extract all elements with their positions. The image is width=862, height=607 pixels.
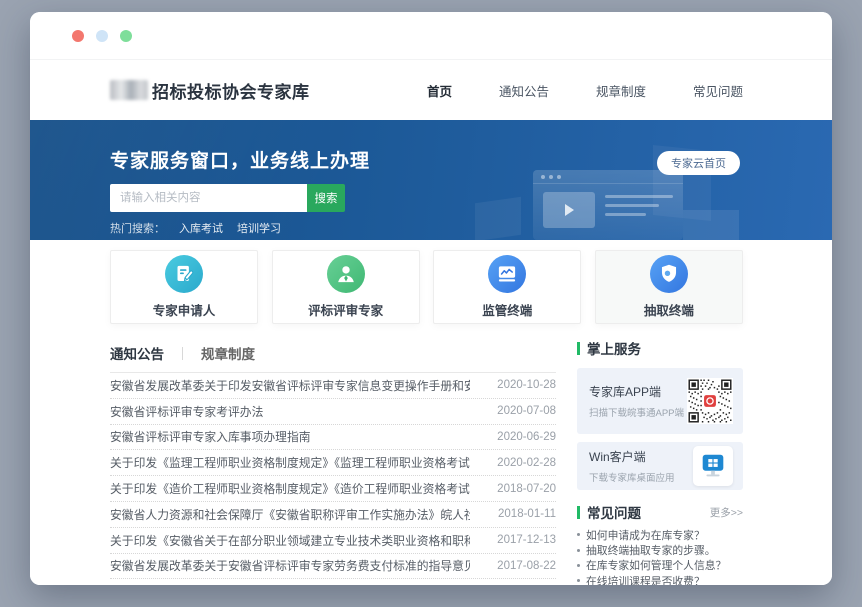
app-card-subtitle: 扫描下载皖事通APP端 [589, 405, 687, 419]
shield-search-icon [650, 255, 688, 293]
maximize-window-icon[interactable] [120, 30, 132, 42]
nav-item-home[interactable]: 首页 [427, 81, 452, 100]
banner-title: 专家服务窗口，业务线上办理 [110, 146, 743, 173]
win-card-subtitle: 下载专家库桌面应用 [589, 470, 693, 484]
faq-text: 在库专家如何管理个人信息？ [586, 557, 726, 573]
news-date: 2017-12-13 [497, 534, 556, 546]
qr-code-icon [687, 378, 733, 424]
quick-entry-row: 专家申请人 评标评审专家 [110, 250, 743, 324]
faq-text: 如何申请成为在库专家？ [586, 527, 705, 543]
close-window-icon[interactable] [72, 30, 84, 42]
news-row[interactable]: 安徽省评标评审专家入库事项办理指南 2020-06-29 [110, 425, 556, 451]
news-row[interactable]: 关于印发《安徽省关于在部分职业领域建立专业技术类职业资格和职称 对应关系的指导意… [110, 528, 556, 554]
tab-divider [182, 347, 183, 360]
tab-notices[interactable]: 通知公告 [110, 343, 164, 363]
brand: 招标投标协会专家库 [110, 78, 310, 103]
faq-text: 抽取终端抽取专家的步骤。 [586, 542, 716, 558]
news-date: 2020-07-08 [497, 405, 556, 417]
entry-label: 监管终端 [482, 300, 532, 319]
search-bar: 搜索 [110, 184, 345, 212]
monitor-chart-icon [488, 255, 526, 293]
faq-title: 常见问题 [587, 502, 641, 522]
expert-cloud-home-button[interactable]: 专家云首页 [657, 151, 740, 175]
entry-card-expert[interactable]: 评标评审专家 [272, 250, 420, 324]
entry-label: 抽取终端 [644, 300, 694, 319]
news-title: 安徽省评标评审专家考评办法 [110, 403, 263, 420]
brand-title: 招标投标协会专家库 [152, 78, 310, 103]
faq-more-link[interactable]: 更多>> [710, 505, 743, 520]
bullet-icon [577, 533, 580, 536]
news-row[interactable]: 安徽省发展改革委关于安徽省评标评审专家劳务费支付标准的指导意见 2017-08-… [110, 554, 556, 580]
news-date: 2017-08-22 [497, 560, 556, 572]
nav-item-rules[interactable]: 规章制度 [596, 81, 646, 100]
nav-item-faq[interactable]: 常见问题 [693, 81, 743, 100]
news-title: 关于印发《造价工程师职业资格制度规定》《造价工程师职业资格考试实施办法》的通知 [110, 480, 470, 497]
app-download-card[interactable]: 专家库APP端 扫描下载皖事通APP端 [577, 368, 743, 434]
win-client-card[interactable]: Win客户端 下载专家库桌面应用 [577, 442, 743, 490]
faq-item[interactable]: 在库专家如何管理个人信息？ [577, 558, 743, 573]
logo-redacted [110, 80, 148, 100]
bullet-icon [577, 579, 580, 582]
entry-card-extraction[interactable]: 抽取终端 [595, 250, 743, 324]
entry-label: 评标评审专家 [308, 300, 383, 319]
news-title: 关于印发《安徽省关于在部分职业领域建立专业技术类职业资格和职称 对应关系的指导意… [110, 532, 470, 549]
entry-card-applicant[interactable]: 专家申请人 [110, 250, 258, 324]
entry-card-supervision[interactable]: 监管终端 [433, 250, 581, 324]
main-nav: 首页 通知公告 规章制度 常见问题 [427, 81, 743, 100]
news-row[interactable]: 安徽省人力资源和社会保障厅《安徽省职称评审工作实施办法》皖人社发〔2018〕5号… [110, 502, 556, 528]
site-header: 招标投标协会专家库 首页 通知公告 规章制度 常见问题 [30, 60, 832, 120]
faq-text: 在线培训课程是否收费？ [586, 573, 705, 585]
mobile-services-title: 掌上服务 [587, 338, 641, 358]
faq-list: 如何申请成为在库专家？ 抽取终端抽取专家的步骤。 在库专家如何管理个人信息？ 在… [577, 527, 743, 585]
news-title: 安徽省人力资源和社会保障厅《安徽省职称评审工作实施办法》皖人社发〔2018〕5号 [110, 506, 470, 523]
window-titlebar [30, 12, 832, 60]
section-accent-bar [577, 342, 580, 355]
tab-rules[interactable]: 规章制度 [201, 343, 255, 363]
news-row[interactable]: 关于印发《造价工程师职业资格制度规定》《造价工程师职业资格考试实施办法》的通知 … [110, 476, 556, 502]
document-pen-icon [165, 255, 203, 293]
hero-banner: 专家云首页 专家服务窗口，业务线上办理 搜索 热门搜索： 入库考试 培训学习 [30, 120, 832, 240]
faq-item[interactable]: 在线培训课程是否收费？ [577, 573, 743, 585]
nav-item-notices[interactable]: 通知公告 [499, 81, 549, 100]
entry-label: 专家申请人 [153, 300, 216, 319]
news-date: 2018-07-20 [497, 483, 556, 495]
section-accent-bar [577, 506, 580, 519]
faq-item[interactable]: 抽取终端抽取专家的步骤。 [577, 542, 743, 557]
hot-search: 热门搜索： 入库考试 培训学习 [110, 220, 743, 236]
faq-item[interactable]: 如何申请成为在库专家？ [577, 527, 743, 542]
hot-search-term-exam[interactable]: 入库考试 [179, 220, 223, 236]
win-card-title: Win客户端 [589, 448, 693, 465]
news-panel: 通知公告 规章制度 安徽省发展改革委关于印发安徽省评标评审专家信息变更操作手册和… [110, 340, 556, 585]
app-card-title: 专家库APP端 [589, 383, 687, 400]
news-title: 安徽省发展改革委关于印发安徽省评标评审专家信息变更操作手册和安徽省评标评审专家.… [110, 377, 470, 394]
bullet-icon [577, 549, 580, 552]
bullet-icon [577, 564, 580, 567]
faq-header: 常见问题 更多>> [577, 504, 743, 520]
news-title: 安徽省评标评审专家入库事项办理指南 [110, 428, 311, 445]
news-title: 关于印发《监理工程师职业资格制度规定》《监理工程师职业资格考试实施办法》的通知 [110, 454, 470, 471]
mobile-services-header: 掌上服务 [577, 340, 743, 356]
minimize-window-icon[interactable] [96, 30, 108, 42]
search-input[interactable] [110, 184, 307, 212]
hot-search-label: 热门搜索： [110, 220, 165, 236]
news-title: 安徽省发展改革委关于安徽省评标评审专家劳务费支付标准的指导意见 [110, 557, 470, 574]
hot-search-term-training[interactable]: 培训学习 [237, 220, 281, 236]
search-button[interactable]: 搜索 [307, 184, 345, 212]
main-content: 专家申请人 评标评审专家 [30, 240, 832, 585]
news-date: 2018-01-11 [498, 508, 556, 520]
browser-window: 招标投标协会专家库 首页 通知公告 规章制度 常见问题 专家云首页 专家服务窗口… [30, 12, 832, 585]
news-row[interactable]: 安徽省发展改革委关于印发安徽省评标评审专家信息变更操作手册和安徽省评标评审专家.… [110, 373, 556, 399]
news-row[interactable]: 关于印发《监理工程师职业资格制度规定》《监理工程师职业资格考试实施办法》的通知 … [110, 450, 556, 476]
windows-desktop-icon [693, 446, 733, 486]
news-date: 2020-10-28 [497, 379, 556, 391]
right-sidebar: 掌上服务 专家库APP端 扫描下载皖事通APP端 [577, 340, 743, 585]
news-date: 2020-06-29 [497, 431, 556, 443]
expert-person-icon [327, 255, 365, 293]
news-tabs: 通知公告 规章制度 [110, 340, 556, 373]
news-date: 2020-02-28 [497, 457, 556, 469]
news-row[interactable]: 安徽省评标评审专家考评办法 2020-07-08 [110, 399, 556, 425]
